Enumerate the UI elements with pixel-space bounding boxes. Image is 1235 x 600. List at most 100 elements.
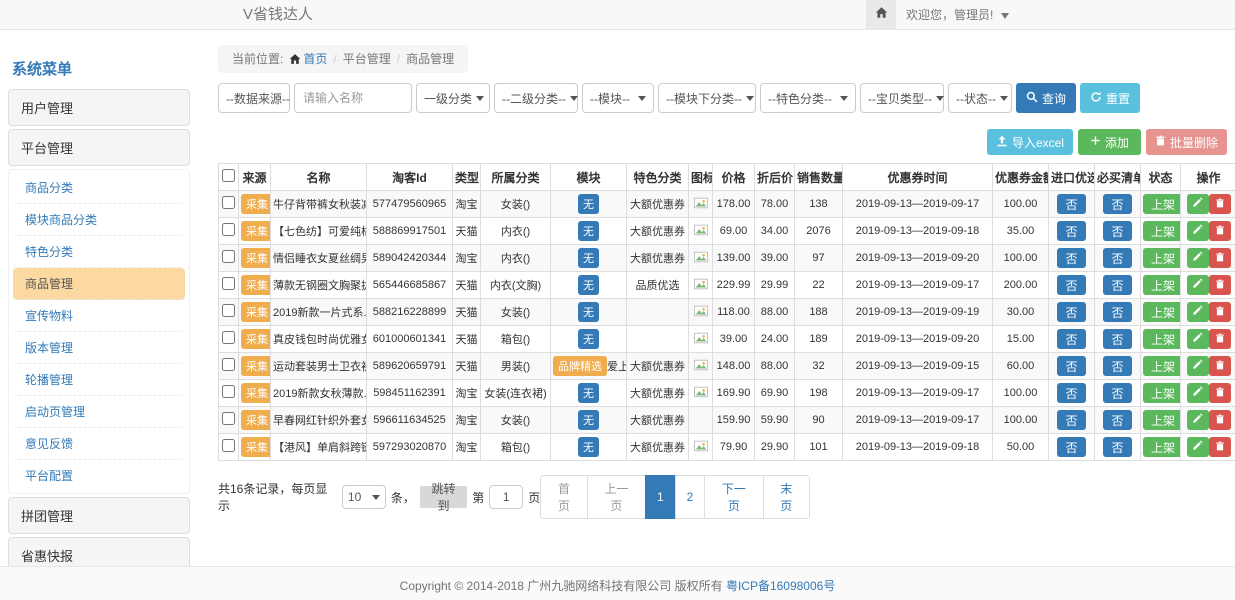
row-checkbox[interactable]: [222, 331, 235, 344]
sidebar-group[interactable]: 拼团管理: [8, 497, 190, 534]
sidebar-subitem[interactable]: 特色分类: [13, 236, 185, 268]
item-type-filter-select[interactable]: --宝贝类型--: [860, 83, 944, 113]
must-buy-toggle-button[interactable]: 否: [1103, 437, 1131, 457]
status-button[interactable]: 上架: [1143, 221, 1181, 241]
delete-button[interactable]: [1209, 329, 1231, 349]
page-2-button[interactable]: 2: [675, 475, 706, 519]
sidebar-subitem[interactable]: 模块商品分类: [13, 204, 185, 236]
import-select-toggle-button[interactable]: 否: [1057, 383, 1085, 403]
status-button[interactable]: 上架: [1143, 248, 1181, 268]
jump-button[interactable]: 跳转到: [420, 486, 467, 508]
batch-delete-button[interactable]: 批量删除: [1146, 129, 1227, 155]
add-button[interactable]: 添加: [1078, 129, 1141, 155]
reset-button[interactable]: 重置: [1080, 83, 1140, 113]
import-select-toggle-button[interactable]: 否: [1057, 356, 1085, 376]
status-button[interactable]: 上架: [1143, 383, 1181, 403]
sidebar-group-platform[interactable]: 平台管理: [8, 129, 190, 166]
must-buy-toggle-button[interactable]: 否: [1103, 248, 1131, 268]
sidebar-subitem[interactable]: 宣传物料: [13, 300, 185, 332]
import-select-toggle-button[interactable]: 否: [1057, 275, 1085, 295]
breadcrumb-home-link[interactable]: 首页: [303, 52, 327, 66]
delete-button[interactable]: [1209, 221, 1231, 241]
feature-filter-select[interactable]: --特色分类--: [760, 83, 856, 113]
user-menu[interactable]: 欢迎您，管理员!: [906, 0, 1009, 30]
status-button[interactable]: 上架: [1143, 410, 1181, 430]
row-checkbox[interactable]: [222, 412, 235, 425]
must-buy-toggle-button[interactable]: 否: [1103, 356, 1131, 376]
status-button[interactable]: 上架: [1143, 356, 1181, 376]
delete-button[interactable]: [1209, 248, 1231, 268]
module-sub-filter-select[interactable]: --模块下分类--: [658, 83, 756, 113]
delete-button[interactable]: [1209, 194, 1231, 214]
must-buy-toggle-button[interactable]: 否: [1103, 383, 1131, 403]
edit-button[interactable]: [1187, 248, 1209, 268]
status-button[interactable]: 上架: [1143, 437, 1181, 457]
row-checkbox[interactable]: [222, 358, 235, 371]
sidebar-group-users[interactable]: 用户管理: [8, 89, 190, 126]
delete-button[interactable]: [1209, 437, 1231, 457]
must-buy-toggle-button[interactable]: 否: [1103, 221, 1131, 241]
source-filter-select[interactable]: --数据来源--: [218, 83, 290, 113]
import-select-toggle-button[interactable]: 否: [1057, 410, 1085, 430]
must-buy-toggle-button[interactable]: 否: [1103, 302, 1131, 322]
per-page-select[interactable]: 10: [342, 485, 386, 509]
home-button[interactable]: [866, 0, 896, 29]
row-checkbox[interactable]: [222, 196, 235, 209]
must-buy-toggle-button[interactable]: 否: [1103, 194, 1131, 214]
must-buy-toggle-button[interactable]: 否: [1103, 329, 1131, 349]
import-select-toggle-button[interactable]: 否: [1057, 437, 1085, 457]
delete-button[interactable]: [1209, 275, 1231, 295]
import-select-toggle-button[interactable]: 否: [1057, 194, 1085, 214]
prev-page-button[interactable]: 上一页: [587, 475, 646, 519]
page-1-button[interactable]: 1: [645, 475, 676, 519]
import-select-toggle-button[interactable]: 否: [1057, 221, 1085, 241]
edit-button[interactable]: [1187, 383, 1209, 403]
edit-button[interactable]: [1187, 410, 1209, 430]
edit-button[interactable]: [1187, 221, 1209, 241]
sidebar-subitem[interactable]: 商品管理: [13, 268, 185, 300]
delete-button[interactable]: [1209, 302, 1231, 322]
status-button[interactable]: 上架: [1143, 194, 1181, 214]
sidebar-subitem[interactable]: 版本管理: [13, 332, 185, 364]
select-all-checkbox[interactable]: [222, 169, 235, 182]
delete-button[interactable]: [1209, 383, 1231, 403]
import-select-toggle-button[interactable]: 否: [1057, 302, 1085, 322]
delete-button[interactable]: [1209, 356, 1231, 376]
sidebar-subitem[interactable]: 意见反馈: [13, 428, 185, 460]
row-checkbox[interactable]: [222, 385, 235, 398]
edit-button[interactable]: [1187, 302, 1209, 322]
name-filter-input[interactable]: [294, 83, 412, 113]
level2-category-select[interactable]: --二级分类--: [494, 83, 578, 113]
status-button[interactable]: 上架: [1143, 302, 1181, 322]
status-button[interactable]: 上架: [1143, 329, 1181, 349]
first-page-button[interactable]: 首页: [540, 475, 587, 519]
row-checkbox[interactable]: [222, 223, 235, 236]
page-number-input[interactable]: [489, 485, 523, 509]
delete-button[interactable]: [1209, 410, 1231, 430]
must-buy-toggle-button[interactable]: 否: [1103, 275, 1131, 295]
edit-button[interactable]: [1187, 275, 1209, 295]
row-checkbox[interactable]: [222, 304, 235, 317]
level1-category-select[interactable]: 一级分类: [416, 83, 490, 113]
module-filter-select[interactable]: --模块--: [582, 83, 654, 113]
edit-button[interactable]: [1187, 329, 1209, 349]
edit-button[interactable]: [1187, 437, 1209, 457]
row-checkbox[interactable]: [222, 277, 235, 290]
sidebar-subitem[interactable]: 启动页管理: [13, 396, 185, 428]
status-button[interactable]: 上架: [1143, 275, 1181, 295]
status-filter-select[interactable]: --状态--: [948, 83, 1012, 113]
import-select-toggle-button[interactable]: 否: [1057, 329, 1085, 349]
sidebar-subitem[interactable]: 平台配置: [13, 460, 185, 491]
sidebar-subitem[interactable]: 商品分类: [13, 172, 185, 204]
sidebar-group[interactable]: 省惠快报: [8, 537, 190, 566]
icp-link[interactable]: 粤ICP备16098006号: [726, 579, 835, 593]
row-checkbox[interactable]: [222, 439, 235, 452]
search-button[interactable]: 查询: [1016, 83, 1076, 113]
last-page-button[interactable]: 末页: [763, 475, 810, 519]
import-excel-button[interactable]: 导入excel: [987, 129, 1073, 155]
row-checkbox[interactable]: [222, 250, 235, 263]
must-buy-toggle-button[interactable]: 否: [1103, 410, 1131, 430]
edit-button[interactable]: [1187, 194, 1209, 214]
sidebar-subitem[interactable]: 轮播管理: [13, 364, 185, 396]
import-select-toggle-button[interactable]: 否: [1057, 248, 1085, 268]
